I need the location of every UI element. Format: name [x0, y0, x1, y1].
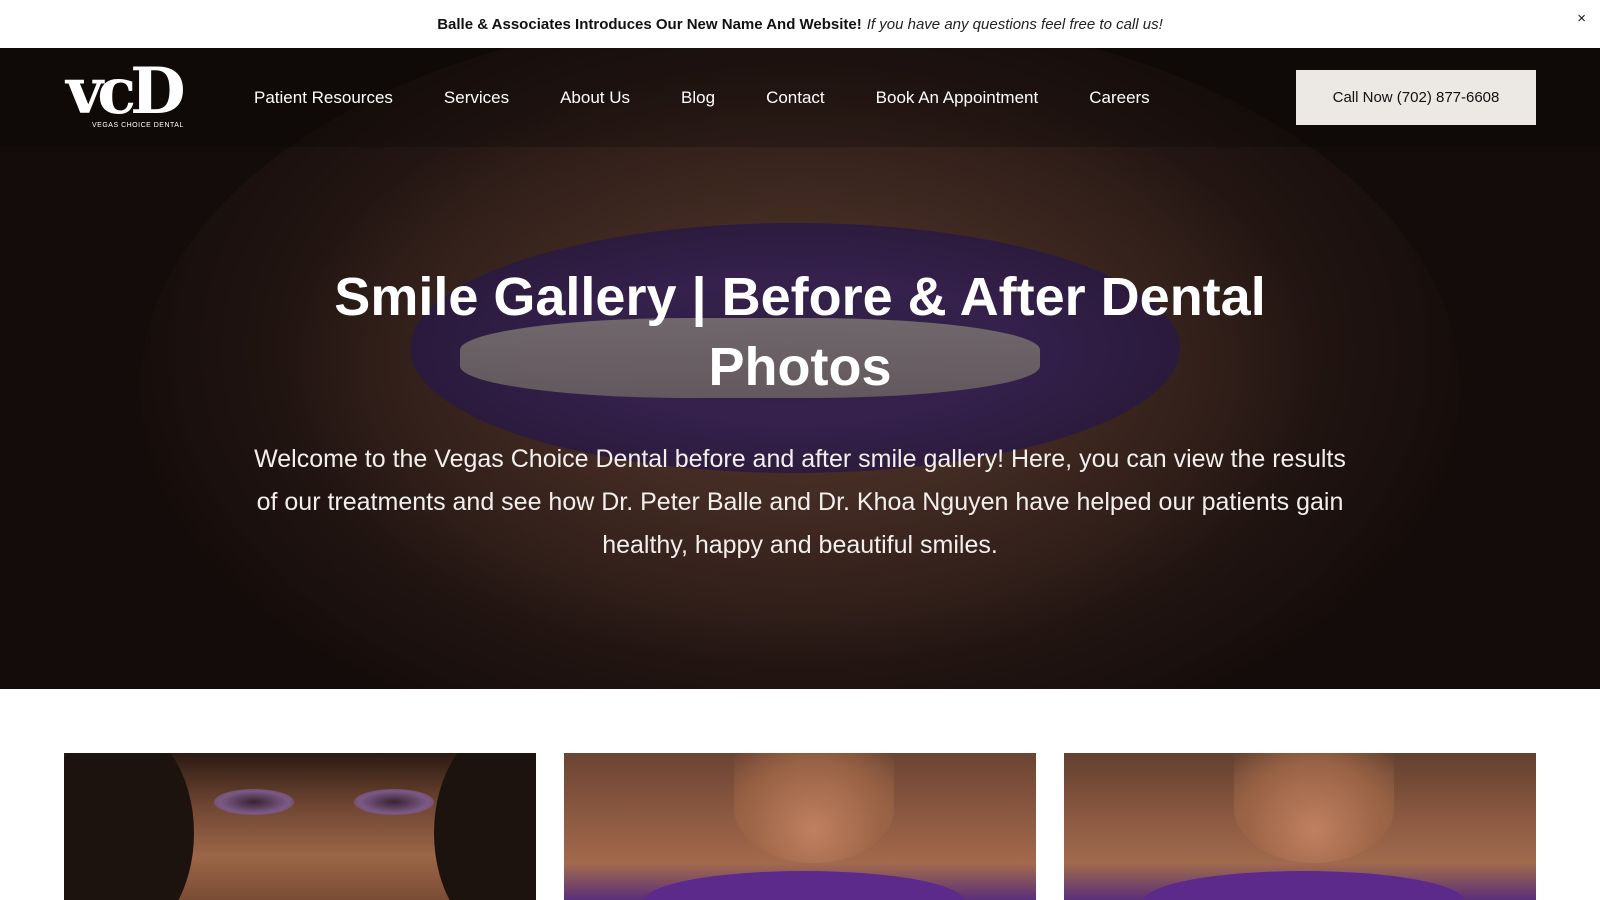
- gallery-image[interactable]: [564, 753, 1036, 900]
- gallery-image-detail: [1234, 753, 1394, 863]
- site-logo[interactable]: vcD VEGAS CHOICE DENTAL: [66, 54, 206, 134]
- smile-gallery: [64, 753, 1536, 900]
- gallery-image[interactable]: [64, 753, 536, 900]
- hero-description: Welcome to the Vegas Choice Dental befor…: [254, 445, 1346, 559]
- nav-item-book-appointment[interactable]: Book An Appointment: [876, 88, 1039, 108]
- gallery-image-detail: [354, 789, 434, 815]
- nav-item-services[interactable]: Services: [444, 88, 509, 108]
- announcement-headline: Balle & Associates Introduces Our New Na…: [437, 15, 862, 33]
- announcement-message: If you have any questions feel free to c…: [866, 15, 1163, 33]
- call-now-button[interactable]: Call Now (702) 877-6608: [1296, 70, 1536, 125]
- main-navigation: vcD VEGAS CHOICE DENTAL Patient Resource…: [0, 48, 1600, 147]
- gallery-image-detail: [64, 753, 194, 900]
- nav-item-about-us[interactable]: About Us: [560, 88, 630, 108]
- gallery-image[interactable]: [1064, 753, 1536, 900]
- gallery-image-detail: [1144, 871, 1464, 900]
- nav-item-contact[interactable]: Contact: [766, 88, 825, 108]
- gallery-image-detail: [214, 789, 294, 815]
- logo-mark: vcD: [66, 54, 186, 129]
- nav-menu: Patient Resources Services About Us Blog…: [254, 48, 1201, 147]
- nav-item-careers[interactable]: Careers: [1089, 88, 1149, 108]
- gallery-image-detail: [644, 871, 964, 900]
- gallery-image-detail: [434, 753, 536, 900]
- nav-item-blog[interactable]: Blog: [681, 88, 715, 108]
- page-title: Smile Gallery | Before & After Dental Ph…: [334, 267, 1266, 397]
- nav-item-patient-resources[interactable]: Patient Resources: [254, 88, 393, 108]
- logo-subtitle: VEGAS CHOICE DENTAL: [92, 122, 184, 129]
- announcement-bar: Balle & Associates Introduces Our New Na…: [0, 0, 1600, 48]
- gallery-image-detail: [734, 753, 894, 863]
- close-icon[interactable]: ×: [1577, 10, 1586, 28]
